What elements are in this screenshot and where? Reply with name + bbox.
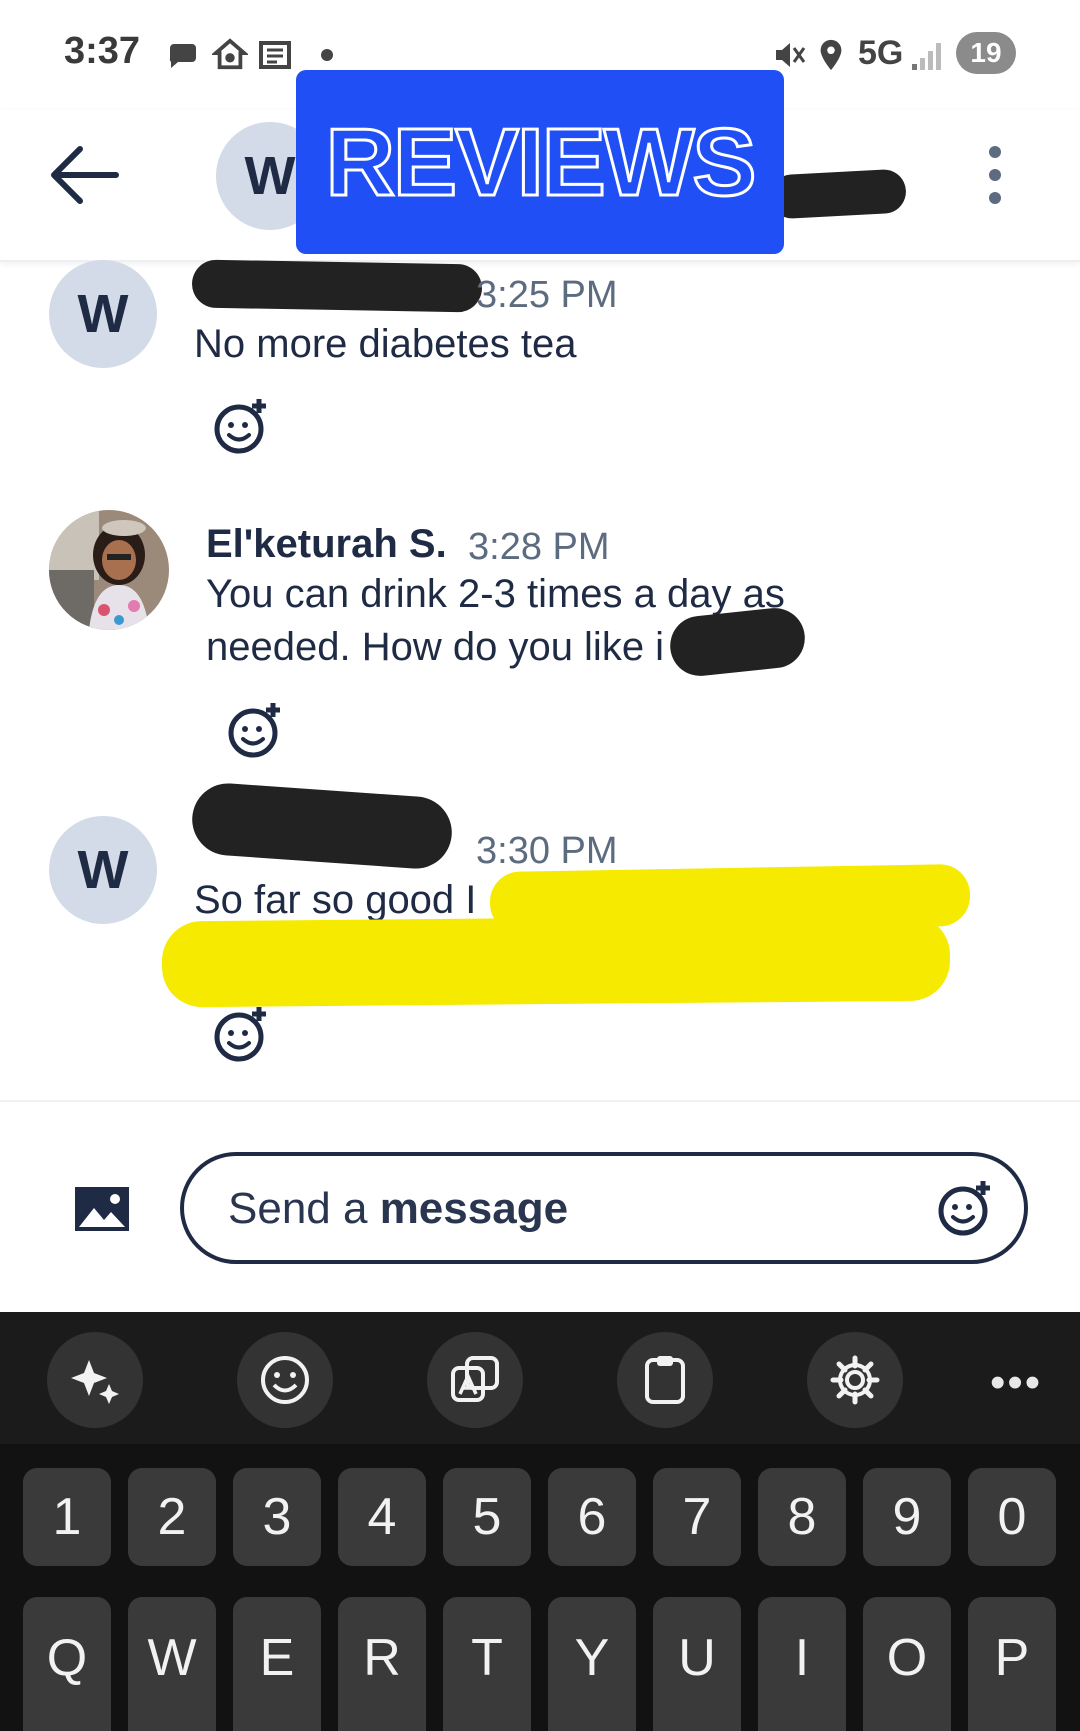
sender-name[interactable]: El'keturah S. xyxy=(206,522,447,567)
message-text-line: You can drink 2-3 times a day as xyxy=(206,572,785,616)
key-7[interactable]: 7 xyxy=(653,1468,741,1566)
keyboard-more-button[interactable]: ••• xyxy=(990,1358,1042,1408)
key-2[interactable]: 2 xyxy=(128,1468,216,1566)
home-notification-icon xyxy=(212,38,248,70)
key-y[interactable]: Y xyxy=(548,1597,636,1731)
ai-suggestions-button[interactable] xyxy=(47,1332,143,1428)
add-reaction-icon[interactable] xyxy=(212,396,272,456)
key-5[interactable]: 5 xyxy=(443,1468,531,1566)
keyboard-toolbar xyxy=(0,1312,1080,1444)
add-reaction-icon[interactable] xyxy=(212,1004,272,1064)
status-time: 3:37 xyxy=(64,30,141,72)
sparkle-icon xyxy=(71,1360,119,1404)
message-time: 3:30 PM xyxy=(476,830,618,872)
placeholder-bold-text: message xyxy=(379,1184,569,1233)
key-u[interactable]: U xyxy=(653,1597,741,1731)
redacted-sender-name xyxy=(189,781,455,871)
message-input-placeholder[interactable]: Send a message xyxy=(228,1184,568,1234)
key-i[interactable]: I xyxy=(758,1597,846,1731)
add-reaction-icon[interactable] xyxy=(226,700,286,760)
translate-icon xyxy=(451,1356,499,1402)
composer-divider xyxy=(0,1100,1080,1102)
key-p[interactable]: P xyxy=(968,1597,1056,1731)
key-e[interactable]: E xyxy=(233,1597,321,1731)
key-1[interactable]: 1 xyxy=(23,1468,111,1566)
emoji-picker-icon[interactable] xyxy=(936,1178,996,1238)
key-t[interactable]: T xyxy=(443,1597,531,1731)
image-upload-icon[interactable] xyxy=(74,1186,130,1232)
signal-strength-icon xyxy=(912,43,941,70)
keyboard-settings-button[interactable] xyxy=(807,1332,903,1428)
clipboard-button[interactable] xyxy=(617,1332,713,1428)
key-4[interactable]: 4 xyxy=(338,1468,426,1566)
network-type: 5G xyxy=(858,34,904,72)
redacted-sender-name xyxy=(191,259,483,313)
sender-avatar[interactable]: W xyxy=(49,260,157,368)
smiley-icon xyxy=(261,1356,309,1404)
key-w[interactable]: W xyxy=(128,1597,216,1731)
reviews-banner-text: REVIEWS xyxy=(324,108,758,218)
redaction-scribble xyxy=(768,168,908,220)
emoji-keyboard-button[interactable] xyxy=(237,1332,333,1428)
more-notifications-dot xyxy=(321,49,333,61)
sender-avatar[interactable]: W xyxy=(49,816,157,924)
highlight-redaction xyxy=(161,914,951,1008)
location-icon xyxy=(820,39,842,71)
key-q[interactable]: Q xyxy=(23,1597,111,1731)
message-time: 3:25 PM xyxy=(476,274,618,316)
news-notification-icon xyxy=(259,41,291,69)
key-8[interactable]: 8 xyxy=(758,1468,846,1566)
chat-notification-icon xyxy=(169,44,196,68)
placeholder-text: Send a xyxy=(228,1184,380,1233)
sender-avatar-photo[interactable] xyxy=(49,510,169,630)
battery-level: 19 xyxy=(956,32,1016,74)
key-9[interactable]: 9 xyxy=(863,1468,951,1566)
message-text: No more diabetes tea xyxy=(194,322,577,366)
message-time: 3:28 PM xyxy=(468,526,610,568)
back-button[interactable] xyxy=(40,135,130,215)
message-text-line: needed. How do you like i xyxy=(206,625,665,669)
key-r[interactable]: R xyxy=(338,1597,426,1731)
gear-icon xyxy=(830,1355,880,1405)
key-6[interactable]: 6 xyxy=(548,1468,636,1566)
key-0[interactable]: 0 xyxy=(968,1468,1056,1566)
translate-button[interactable] xyxy=(427,1332,523,1428)
clipboard-icon xyxy=(645,1356,685,1404)
key-3[interactable]: 3 xyxy=(233,1468,321,1566)
vibrate-mute-icon xyxy=(776,43,806,67)
more-options-icon[interactable] xyxy=(970,140,1020,210)
key-o[interactable]: O xyxy=(863,1597,951,1731)
